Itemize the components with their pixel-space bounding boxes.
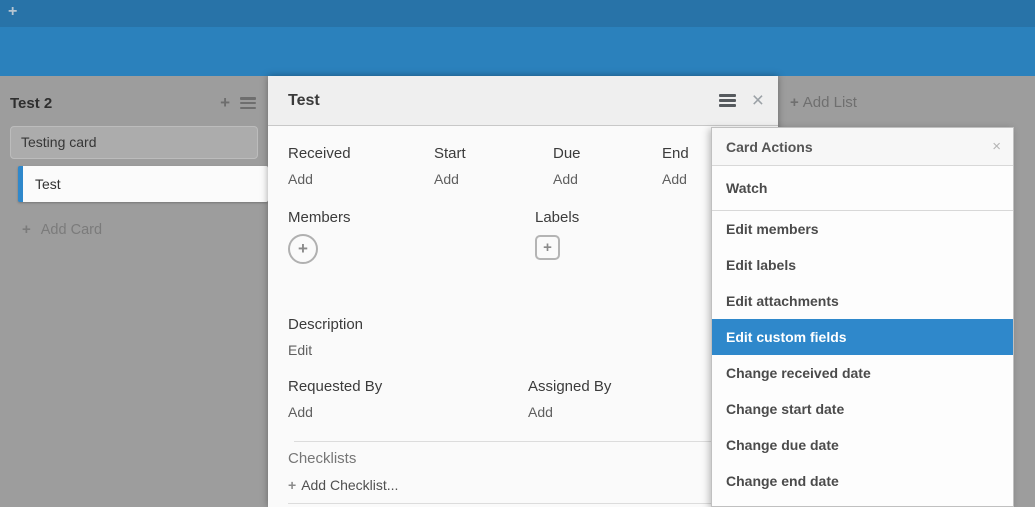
plus-icon: + [288,477,296,493]
start-add-link[interactable]: Add [434,171,459,187]
card-test-selected[interactable]: Test [18,166,268,202]
menu-item-edit-custom-fields[interactable]: Edit custom fields [712,319,1013,355]
add-label-button[interactable]: + [535,235,560,260]
members-label: Members [288,209,535,226]
list-test-2: Test 2 + Testing card Test + Add Card [0,76,268,238]
start-field: Start Add [434,145,553,189]
add-list-label: Add List [803,94,857,111]
add-list-button[interactable]: +Add List [790,94,857,111]
start-label: Start [434,145,553,162]
add-checklist-label: Add Checklist... [301,477,398,493]
requested-by-field: Requested By Add [288,378,528,422]
requested-by-label: Requested By [288,378,528,395]
card-actions-menu-icon[interactable] [719,94,736,107]
due-field: Due Add [553,145,662,189]
menu-item-change-due-date[interactable]: Change due date [712,427,1013,463]
card-detail-panel: Test × Received Add Start Add Due Add En… [268,76,778,507]
board-header-bar [0,27,1035,76]
menu-item-change-start-date[interactable]: Change start date [712,391,1013,427]
add-board-icon[interactable]: + [8,3,17,21]
plus-icon: + [22,221,31,238]
menu-item-change-end-date[interactable]: Change end date [712,463,1013,499]
due-add-link[interactable]: Add [553,171,578,187]
add-card-button[interactable]: + Add Card [22,221,268,238]
description-field: Description Edit [288,316,778,360]
card-actions-menu-title: Card Actions [726,139,992,155]
card-actions-menu-header: Card Actions × [712,128,1013,166]
requested-by-add-link[interactable]: Add [288,404,313,420]
list-add-card-icon[interactable]: + [220,93,230,113]
members-field: Members + [288,209,535,264]
close-icon[interactable]: × [752,90,764,111]
divider [288,503,778,504]
plus-icon: + [790,94,799,111]
list-header: Test 2 + [10,93,256,113]
card-detail-body: Received Add Start Add Due Add End Add M… [268,145,778,504]
assigned-by-add-link[interactable]: Add [528,404,553,420]
list-menu-icon[interactable] [240,97,256,109]
dates-row: Received Add Start Add Due Add End Add [288,145,778,189]
add-card-label: Add Card [41,222,102,238]
description-label: Description [288,316,778,333]
received-add-link[interactable]: Add [288,171,313,187]
menu-item-edit-labels[interactable]: Edit labels [712,247,1013,283]
close-icon[interactable]: × [992,139,1001,154]
menu-item-edit-members[interactable]: Edit members [712,211,1013,247]
description-edit-link[interactable]: Edit [288,342,312,358]
card-detail-title: Test [288,92,719,110]
menu-item-watch[interactable]: Watch [712,166,1013,211]
add-member-button[interactable]: + [288,234,318,264]
menu-item-change-received-date[interactable]: Change received date [712,355,1013,391]
add-checklist-button[interactable]: + Add Checklist... [288,477,778,493]
divider [294,441,778,442]
members-labels-row: Members + Labels + [288,209,778,264]
requested-assigned-row: Requested By Add Assigned By Add [288,378,778,422]
card-testing-card[interactable]: Testing card [10,126,258,159]
list-title: Test 2 [10,95,220,112]
menu-item-edit-attachments[interactable]: Edit attachments [712,283,1013,319]
plus-icon: + [543,239,552,256]
card-detail-header: Test × [268,76,778,126]
end-add-link[interactable]: Add [662,171,687,187]
top-navigation-bar: + [0,0,1035,27]
checklists-section-label: Checklists [288,450,778,467]
card-actions-menu: Card Actions × Watch Edit members Edit l… [711,127,1014,507]
due-label: Due [553,145,662,162]
received-label: Received [288,145,434,162]
received-field: Received Add [288,145,434,189]
plus-icon: + [298,239,308,259]
